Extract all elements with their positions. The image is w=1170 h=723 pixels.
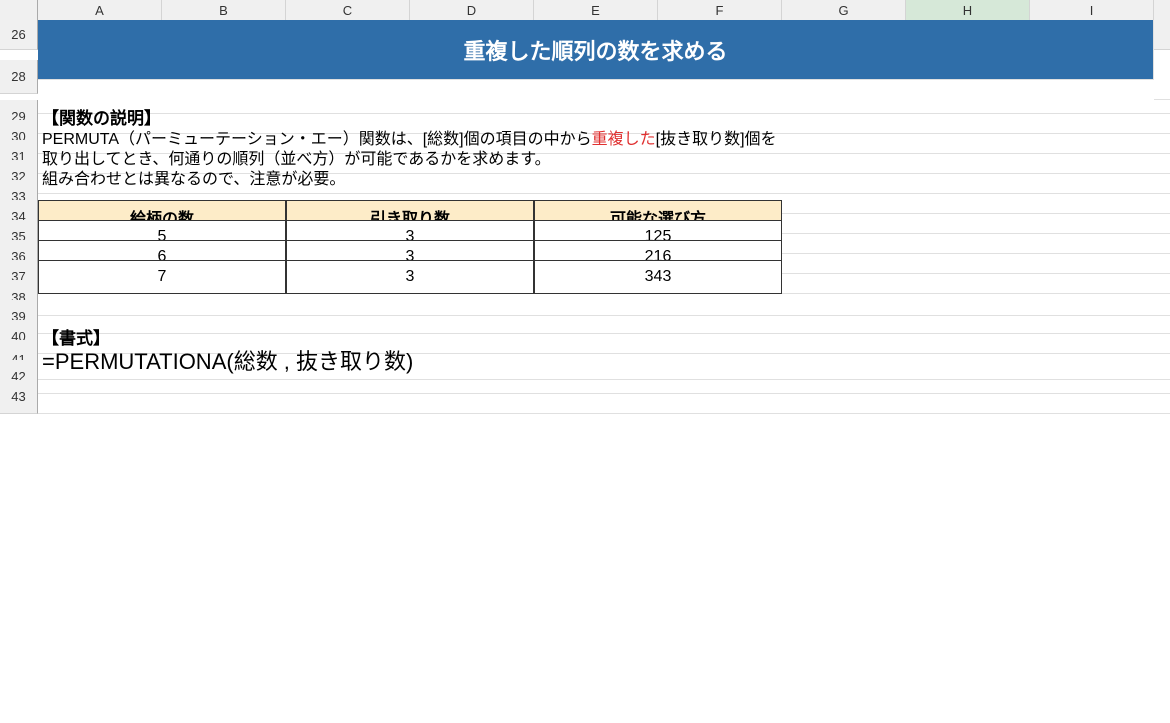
col-header-D[interactable]: D	[410, 0, 534, 22]
col-header-F[interactable]: F	[658, 0, 782, 22]
col-header-B[interactable]: B	[162, 0, 286, 22]
cell-row-43[interactable]	[38, 380, 1170, 414]
spreadsheet-grid[interactable]: A B C D E F G H I J 26 重複した順列の数を求める 27 2…	[0, 0, 1170, 400]
col-header-G[interactable]: G	[782, 0, 906, 22]
col-header-A[interactable]: A	[38, 0, 162, 22]
col-header-I[interactable]: I	[1030, 0, 1154, 22]
row-header-26[interactable]: 26	[0, 20, 38, 50]
col-header-J[interactable]: J	[1154, 0, 1170, 22]
row-header-28[interactable]: 28	[0, 60, 38, 94]
title-banner: 重複した順列の数を求める	[38, 20, 1154, 80]
select-all-corner[interactable]	[0, 0, 38, 22]
col-header-C[interactable]: C	[286, 0, 410, 22]
row-header-43[interactable]: 43	[0, 380, 38, 414]
col-header-H[interactable]: H	[906, 0, 1030, 22]
col-header-E[interactable]: E	[534, 0, 658, 22]
